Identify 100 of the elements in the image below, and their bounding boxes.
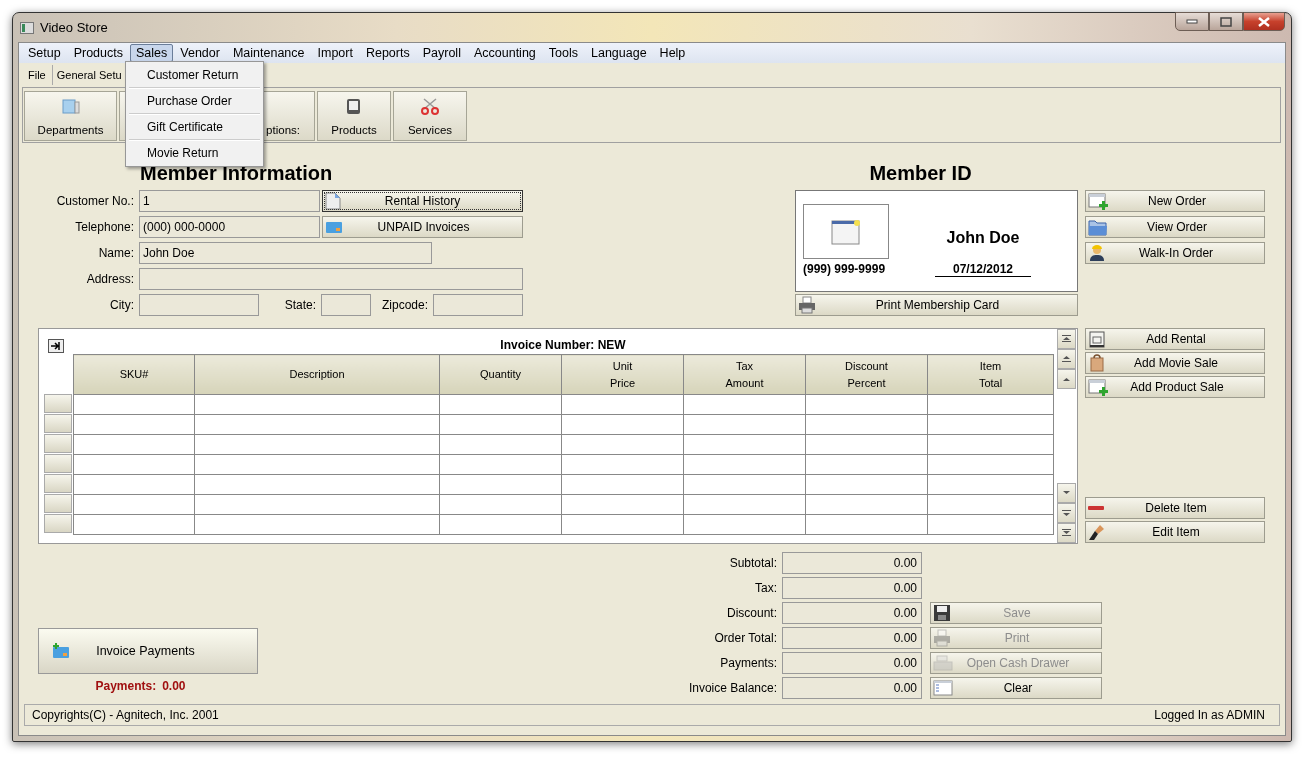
menu-item[interactable]: Setup (22, 44, 67, 62)
action-button[interactable]: Walk-In Order (1085, 242, 1265, 264)
login-status: Logged In as ADMIN (1154, 708, 1265, 722)
toolbar-button[interactable]: Services (393, 91, 467, 141)
down-arrow-icon (1062, 529, 1071, 537)
cabinet-icon (61, 97, 80, 115)
menu-item[interactable]: Maintenance (226, 44, 311, 62)
action-button[interactable]: Add Rental (1085, 328, 1265, 350)
menu-item[interactable]: Vendor (174, 44, 226, 62)
folder-icon (1088, 218, 1108, 236)
menu-item[interactable]: Reports (359, 44, 416, 62)
action-button[interactable]: Delete Item (1085, 497, 1265, 519)
toolbar-button[interactable]: Products (317, 91, 391, 141)
payments-value: 0.00 (162, 679, 186, 693)
scroll-up-button[interactable] (1057, 329, 1076, 349)
up-arrow-icon (1062, 355, 1071, 363)
action-button[interactable]: View Order (1085, 216, 1265, 238)
credit-card-plus-icon (52, 643, 70, 659)
menu-option[interactable]: Purchase Order (126, 90, 263, 112)
scroll-down-button[interactable] (1057, 503, 1076, 523)
maximize-button[interactable] (1209, 12, 1243, 31)
unpaid-invoices-button[interactable]: UNPAID Invoices (322, 216, 523, 238)
invoice-title: Invoice Number: NEW (499, 337, 627, 353)
field-label: Address: (85, 272, 135, 286)
member-phone: (999) 999-9999 (803, 261, 887, 278)
input-field[interactable] (433, 294, 523, 316)
invoice-payments-button[interactable]: Invoice Payments (38, 628, 258, 674)
menu-item[interactable]: Sales (130, 44, 174, 62)
cash-register-icon (933, 655, 953, 671)
menu-item[interactable]: Help (653, 44, 692, 62)
menu-item[interactable]: Language (585, 44, 653, 62)
row-selector[interactable] (44, 514, 72, 533)
column-header: Unit Price (561, 354, 684, 395)
row-selector[interactable] (44, 414, 72, 433)
action-button[interactable]: Edit Item (1085, 521, 1265, 543)
row-selector[interactable] (44, 434, 72, 453)
field-label: Telephone: (74, 220, 135, 234)
scroll-up-button[interactable] (1057, 349, 1076, 369)
worker-icon (1088, 244, 1106, 262)
copyright-text: Copyrights(C) - Agnitech, Inc. 2001 (32, 708, 219, 722)
scroll-up-button[interactable] (1057, 369, 1076, 389)
field-label: State: (283, 298, 317, 312)
document-icon (325, 192, 341, 210)
column-header: Item Total (927, 354, 1054, 395)
menu-item[interactable]: Products (67, 44, 129, 62)
row-selector[interactable] (44, 494, 72, 513)
arrow-to-bar-icon (51, 342, 61, 350)
menu-item[interactable]: Accounting (467, 44, 542, 62)
menu-option[interactable]: Gift Certificate (126, 116, 263, 138)
total-label: Subtotal: (728, 555, 778, 572)
column-header: Tax Amount (683, 354, 806, 395)
window-title: Video Store (40, 20, 108, 35)
column-header: Quantity (439, 354, 562, 395)
minus-icon (1088, 505, 1106, 511)
minimize-button[interactable] (1175, 12, 1209, 31)
scroll-down-button[interactable] (1057, 523, 1076, 543)
input-field[interactable] (321, 294, 371, 316)
total-label: Discount: (725, 605, 778, 622)
calendar-icon (1088, 330, 1106, 348)
member-name: John Doe (945, 227, 1021, 247)
field-label: Customer No.: (55, 194, 135, 208)
action-button[interactable]: Add Product Sale (1085, 376, 1265, 398)
total-label: Invoice Balance: (687, 680, 778, 697)
close-button[interactable] (1243, 12, 1285, 31)
input-field[interactable]: 1 (139, 190, 320, 212)
input-field[interactable]: John Doe (139, 242, 432, 264)
action-button[interactable]: Clear (930, 677, 1102, 699)
toolbar-tab[interactable]: File (24, 65, 53, 85)
toolbar-tab[interactable]: General Setu (52, 65, 129, 85)
up-arrow-icon (1062, 375, 1071, 383)
row-selector[interactable] (44, 454, 72, 473)
arrow-button[interactable] (48, 339, 64, 353)
field-label: Zipcode: (380, 298, 429, 312)
device-icon (345, 97, 363, 117)
printer-icon (933, 629, 951, 647)
action-button[interactable]: New Order (1085, 190, 1265, 212)
menu-item[interactable]: Import (311, 44, 359, 62)
input-field[interactable] (139, 294, 259, 316)
scroll-down-button[interactable] (1057, 483, 1076, 503)
total-field: 0.00 (782, 577, 922, 599)
input-field[interactable] (139, 268, 523, 290)
total-label: Payments: (719, 655, 778, 672)
total-field: 0.00 (782, 677, 922, 699)
toolbar-button[interactable]: Departments (24, 91, 117, 141)
close-icon (1258, 16, 1270, 27)
row-selector[interactable] (44, 394, 72, 413)
input-field[interactable]: (000) 000-0000 (139, 216, 320, 238)
print-card-button[interactable]: Print Membership Card (795, 294, 1078, 316)
menu-item[interactable]: Payroll (416, 44, 467, 62)
down-arrow-icon (1062, 489, 1071, 497)
menu-item[interactable]: Tools (542, 44, 584, 62)
action-button[interactable]: Add Movie Sale (1085, 352, 1265, 374)
up-arrow-icon (1062, 335, 1071, 343)
menu-option[interactable]: Movie Return (126, 142, 263, 164)
minimize-icon (1186, 18, 1198, 25)
bag-icon (1088, 354, 1106, 372)
menu-option[interactable]: Customer Return (126, 64, 263, 86)
row-selector[interactable] (44, 474, 72, 493)
rental-history-button[interactable]: Rental History (322, 190, 523, 212)
new-window-icon (1088, 378, 1108, 396)
